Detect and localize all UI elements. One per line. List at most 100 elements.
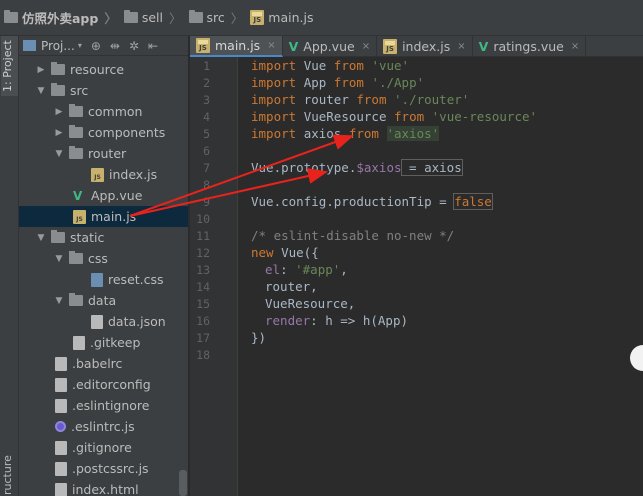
tree-item-main-js[interactable]: JS main.js [19,206,188,227]
close-tab-icon[interactable]: × [457,41,465,52]
code-line-11: /* eslint-disable no-new */ [251,228,455,243]
code-line-13: el: '#app', [265,262,348,277]
vue-file-icon: V [288,39,299,54]
line-number: 15 [196,297,210,311]
tree-item-eslintignore[interactable]: .eslintignore [19,395,188,416]
tree-item-router-index-js[interactable]: JS index.js [19,164,188,185]
folder-icon [69,104,83,117]
code-line-9: Vue.config.productionTip = false [251,193,493,210]
folder-icon [69,146,83,159]
view-dropdown-chevron-icon[interactable]: ▾ [78,41,82,50]
json-file-icon [91,314,103,329]
folder-icon [51,230,65,243]
tree-item-gitkeep[interactable]: .gitkeep [19,332,188,353]
breadcrumb-item-project[interactable]: 仿照外卖app 〉 [4,8,124,27]
line-number: 4 [203,110,210,124]
close-tab-icon[interactable]: × [571,41,579,52]
project-scrollbar[interactable] [179,470,187,496]
breadcrumb-separator: 〉 [230,11,244,26]
project-toolbar: Proj... ▾ ⊕ ⇹ ✲ ⇤ [19,36,188,56]
line-number: 2 [203,76,210,90]
tree-item-resource[interactable]: ▶ resource [19,59,188,80]
tree-item-postcssrc-js[interactable]: .postcssrc.js [19,458,188,479]
code-line-3: import router from './router' [251,92,470,107]
code-line-4: import VueResource from 'vue-resource' [251,109,538,124]
tree-item-data-json[interactable]: data.json [19,311,188,332]
text-file-icon [55,440,67,455]
vue-file-icon: V [478,39,489,54]
project-tool-tab[interactable]: 1: Project [1,36,18,96]
tree-item-index-html[interactable]: index.html [19,479,188,496]
expand-arrow-icon[interactable]: ▶ [53,128,65,138]
tree-item-css[interactable]: ▼ css [19,248,188,269]
code-editor[interactable]: import Vue from 'vue' import App from '.… [239,57,643,496]
js-file-icon: JS [250,10,265,25]
navigation-breadcrumb: 仿照外卖app 〉 sell 〉 src 〉 JS main.js [0,0,643,36]
tree-item-common[interactable]: ▶ common [19,101,188,122]
code-line-16: render: h => h(App) [265,313,408,328]
tree-item-eslintrc-js[interactable]: .eslintrc.js [19,416,188,437]
collapse-arrow-icon[interactable]: ▼ [35,233,47,243]
tree-item-static[interactable]: ▼ static [19,227,188,248]
editor-tabs: JS main.js × V App.vue × JS index.js × V… [190,36,643,57]
tree-item-editorconfig[interactable]: .editorconfig [19,374,188,395]
collapse-arrow-icon[interactable]: ▼ [35,86,47,96]
collapse-arrow-icon[interactable]: ▼ [53,254,65,264]
collapse-arrow-icon[interactable]: ▼ [53,149,65,159]
sync-icon[interactable]: ⊕ [91,39,101,53]
code-line-14: router, [265,279,318,294]
line-number: 16 [196,314,210,328]
folder-icon [51,83,65,96]
breadcrumb-item-src[interactable]: src 〉 [188,8,251,27]
tree-item-data[interactable]: ▼ data [19,290,188,311]
close-tab-icon[interactable]: × [362,41,370,52]
css-file-icon [91,272,103,287]
breadcrumb-separator: 〉 [169,11,182,26]
tree-item-gitignore[interactable]: .gitignore [19,437,188,458]
js-file-icon: JS [91,167,104,182]
vue-file-icon: V [73,188,83,203]
tree-item-reset-css[interactable]: reset.css [19,269,188,290]
folder-icon [51,62,65,75]
line-number: 1 [203,59,210,73]
line-number: 13 [196,263,210,277]
code-line-15: VueResource, [265,296,356,311]
tool-window-strip: 1: Project ructure [0,36,19,496]
breadcrumb-item-main-js[interactable]: JS main.js [250,10,314,25]
line-number: 11 [196,229,210,243]
line-number: 12 [196,246,210,260]
breadcrumb-item-sell[interactable]: sell 〉 [123,8,189,27]
line-number: 9 [203,195,210,209]
js-file-icon: JS [383,39,398,54]
tab-main-js[interactable]: JS main.js × [190,36,283,57]
collapse-all-icon[interactable]: ⇹ [110,39,120,53]
collapse-arrow-icon[interactable]: ▼ [53,296,65,306]
hide-panel-icon[interactable]: ⇤ [148,39,158,53]
line-number: 3 [203,93,210,107]
tab-ratings-vue[interactable]: V ratings.vue × [473,36,587,57]
expand-arrow-icon[interactable]: ▶ [53,107,65,117]
tree-item-router[interactable]: ▼ router [19,143,188,164]
line-number: 17 [196,331,210,345]
folder-icon [188,10,203,23]
settings-gear-icon[interactable]: ✲ [129,39,139,53]
close-tab-icon[interactable]: × [267,40,275,51]
js-file-icon: JS [73,209,86,224]
folder-icon [123,10,138,23]
tab-app-vue[interactable]: V App.vue × [283,36,378,57]
tree-item-components[interactable]: ▶ components [19,122,188,143]
code-line-12: new Vue({ [251,245,319,260]
line-number: 8 [203,178,210,192]
tree-item-app-vue[interactable]: V App.vue [19,185,188,206]
line-number: 5 [203,127,210,141]
project-view-selector[interactable]: Proj... [41,39,75,53]
tab-index-js[interactable]: JS index.js × [377,36,473,57]
project-panel: Proj... ▾ ⊕ ⇹ ✲ ⇤ ▶ resource ▼ src ▶ com… [19,36,189,496]
folder-icon [69,293,83,306]
structure-tool-tab[interactable]: ructure [1,454,18,496]
config-file-icon [55,377,67,392]
breadcrumb-separator: 〉 [104,11,117,26]
tree-item-babelrc[interactable]: .babelrc [19,353,188,374]
tree-item-src[interactable]: ▼ src [19,80,188,101]
expand-arrow-icon[interactable]: ▶ [35,65,47,75]
